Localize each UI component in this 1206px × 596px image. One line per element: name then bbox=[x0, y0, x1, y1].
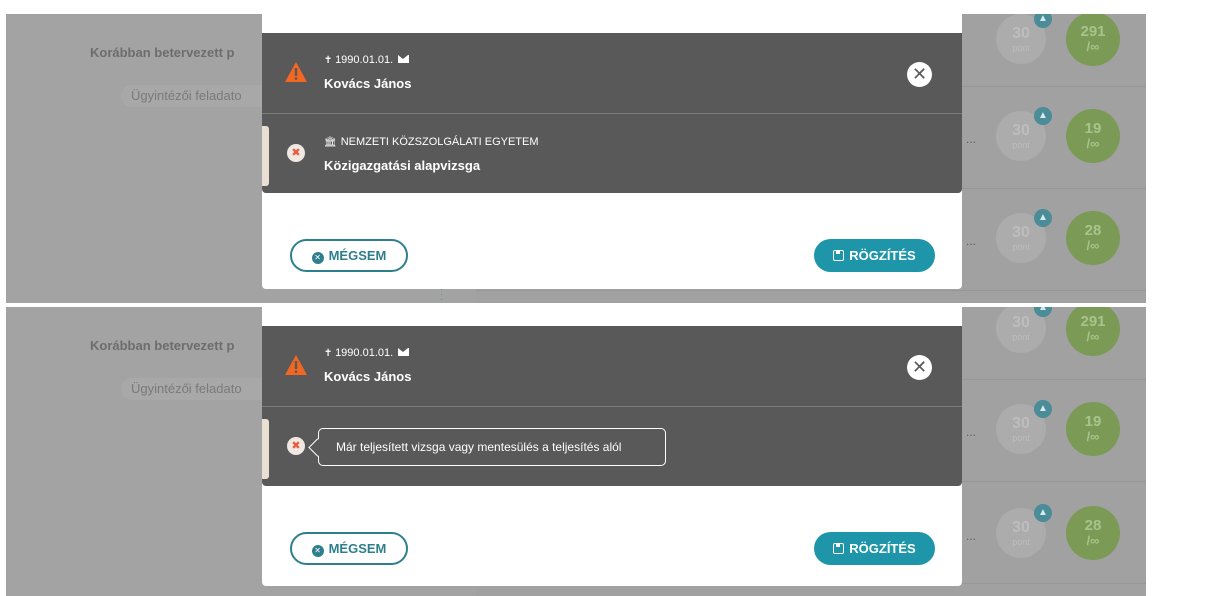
counter-badge: 291/∞ bbox=[1066, 14, 1120, 66]
background-section-title: Korábban betervezett p bbox=[90, 45, 235, 60]
record-exam-modal: ✝ 1990.01.01. Kovács János ✕ ✖ 🏛 NEMZETI … bbox=[262, 14, 962, 289]
remove-exam-icon[interactable]: ✖ bbox=[287, 437, 305, 455]
cancel-button[interactable]: ✕ MÉGSEM bbox=[290, 532, 408, 565]
person-row: ✝ 1990.01.01. Kovács János ✕ bbox=[262, 326, 962, 406]
cancel-icon: ✕ bbox=[311, 545, 324, 557]
cancel-icon: ✕ bbox=[311, 252, 324, 264]
person-name: Kovács János bbox=[324, 76, 412, 91]
institution-line: 🏛 NEMZETI KÖZSZOLGÁLATI EGYETEM bbox=[324, 136, 539, 148]
save-button[interactable]: RÖGZÍTÉS bbox=[814, 532, 935, 565]
warning-triangle-icon bbox=[285, 62, 307, 82]
background-ellipsis: ... bbox=[966, 234, 977, 248]
birth-date-line: ✝ 1990.01.01. bbox=[324, 54, 410, 66]
floppy-disk-icon bbox=[833, 250, 845, 261]
background-ellipsis: ... bbox=[966, 425, 977, 439]
graduation-cap-icon: ▲ bbox=[1034, 209, 1052, 227]
counter-badge: 19/∞ bbox=[1066, 109, 1120, 163]
dialog-state-tooltip: Korábban betervezett p Ügyintézői felada… bbox=[6, 307, 1146, 596]
remove-exam-icon[interactable]: ✖ bbox=[287, 144, 305, 162]
exam-row-handle bbox=[262, 126, 269, 186]
counter-badge: 28/∞ bbox=[1066, 211, 1120, 265]
birth-date-line: ✝ 1990.01.01. bbox=[324, 347, 410, 359]
person-icon: ✝ bbox=[324, 55, 333, 66]
exam-status-tooltip: Már teljesített vizsga vagy mentesülés a… bbox=[318, 428, 666, 466]
floppy-disk-icon bbox=[833, 543, 845, 554]
institution-name: NEMZETI KÖZSZOLGÁLATI EGYETEM bbox=[340, 136, 539, 148]
graduation-cap-icon: ▲ bbox=[1034, 107, 1052, 125]
background-ellipsis: ... bbox=[966, 529, 977, 543]
graduation-cap-icon: ▲ bbox=[1034, 400, 1052, 418]
counter-badge: 19/∞ bbox=[1066, 402, 1120, 456]
person-icon: ✝ bbox=[324, 348, 333, 359]
record-exam-modal: ✝ 1990.01.01. Kovács János ✕ ✖ Már telje… bbox=[262, 307, 962, 586]
cancel-button[interactable]: ✕ MÉGSEM bbox=[290, 239, 408, 272]
exam-row: ✖ 🏛 NEMZETI KÖZSZOLGÁLATI EGYETEM Közigaz… bbox=[262, 113, 962, 193]
counter-badge: 28/∞ bbox=[1066, 506, 1120, 560]
birth-date: 1990.01.01. bbox=[335, 347, 394, 359]
exam-name: Közigazgatási alapvizsga bbox=[324, 158, 481, 173]
person-row: ✝ 1990.01.01. Kovács János ✕ bbox=[262, 33, 962, 113]
warning-triangle-icon bbox=[285, 355, 307, 375]
save-button[interactable]: RÖGZÍTÉS bbox=[814, 239, 935, 272]
background-task-chip: Ügyintézői feladato bbox=[121, 378, 281, 400]
envelope-icon[interactable] bbox=[398, 55, 410, 63]
graduation-cap-icon: ▲ bbox=[1034, 504, 1052, 522]
person-name: Kovács János bbox=[324, 369, 412, 384]
birth-date: 1990.01.01. bbox=[335, 54, 394, 66]
envelope-icon[interactable] bbox=[398, 348, 410, 356]
background-scroll-dots: · · · bbox=[440, 284, 444, 304]
exam-row: ✖ Már teljesített vizsga vagy mentesülés… bbox=[262, 406, 962, 486]
background-section-title: Korábban betervezett p bbox=[90, 338, 235, 353]
close-icon[interactable]: ✕ bbox=[907, 355, 932, 380]
building-icon: 🏛 bbox=[324, 137, 337, 148]
close-icon[interactable]: ✕ bbox=[907, 62, 932, 87]
background-row-separator bbox=[476, 290, 1146, 291]
background-ellipsis: ... bbox=[966, 132, 977, 146]
exam-row-handle bbox=[262, 419, 269, 479]
background-task-chip: Ügyintézői feladato bbox=[121, 85, 281, 107]
dialog-state-exam-selected: Korábban betervezett p Ügyintézői felada… bbox=[6, 14, 1146, 303]
